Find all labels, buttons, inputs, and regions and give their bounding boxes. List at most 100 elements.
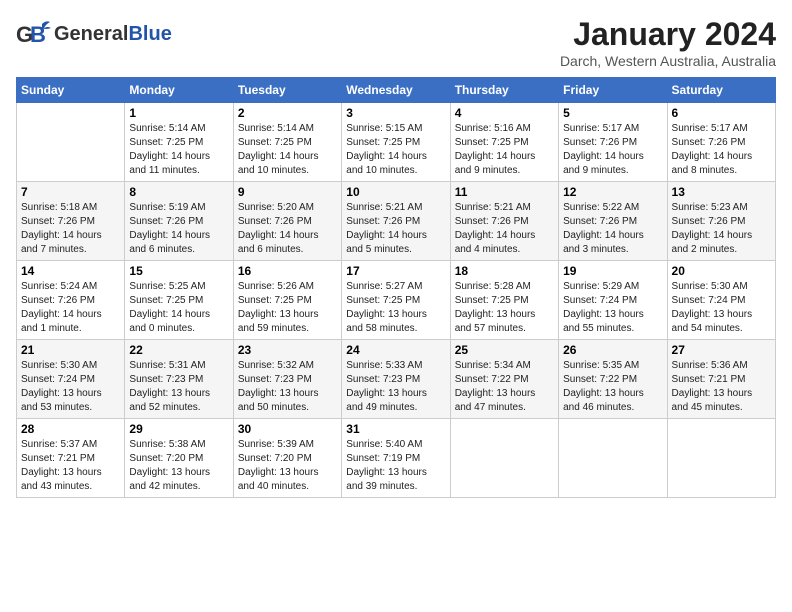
day-info: Sunrise: 5:35 AM Sunset: 7:22 PM Dayligh… bbox=[563, 359, 662, 415]
day-info: Sunrise: 5:18 AM Sunset: 7:26 PM Dayligh… bbox=[21, 201, 120, 257]
title-block: January 2024 Darch, Western Australia, A… bbox=[560, 16, 776, 69]
day-info: Sunrise: 5:31 AM Sunset: 7:23 PM Dayligh… bbox=[129, 359, 228, 415]
calendar-table: SundayMondayTuesdayWednesdayThursdayFrid… bbox=[16, 77, 776, 498]
calendar-week-row: 14 Sunrise: 5:24 AM Sunset: 7:26 PM Dayli… bbox=[17, 261, 776, 340]
weekday-header-row: SundayMondayTuesdayWednesdayThursdayFrid… bbox=[17, 78, 776, 103]
day-number: 22 bbox=[129, 343, 228, 357]
day-info: Sunrise: 5:30 AM Sunset: 7:24 PM Dayligh… bbox=[672, 280, 771, 336]
day-info: Sunrise: 5:26 AM Sunset: 7:25 PM Dayligh… bbox=[238, 280, 337, 336]
day-number: 27 bbox=[672, 343, 771, 357]
weekday-header-friday: Friday bbox=[559, 78, 667, 103]
calendar-cell bbox=[559, 419, 667, 498]
day-info: Sunrise: 5:25 AM Sunset: 7:25 PM Dayligh… bbox=[129, 280, 228, 336]
day-info: Sunrise: 5:37 AM Sunset: 7:21 PM Dayligh… bbox=[21, 438, 120, 494]
day-info: Sunrise: 5:23 AM Sunset: 7:26 PM Dayligh… bbox=[672, 201, 771, 257]
page-header: G B GeneralBlue January 2024 Darch, West… bbox=[16, 16, 776, 69]
day-info: Sunrise: 5:39 AM Sunset: 7:20 PM Dayligh… bbox=[238, 438, 337, 494]
day-number: 7 bbox=[21, 185, 120, 199]
day-info: Sunrise: 5:24 AM Sunset: 7:26 PM Dayligh… bbox=[21, 280, 120, 336]
calendar-cell: 15 Sunrise: 5:25 AM Sunset: 7:25 PM Dayli… bbox=[125, 261, 233, 340]
day-number: 19 bbox=[563, 264, 662, 278]
day-number: 25 bbox=[455, 343, 554, 357]
day-info: Sunrise: 5:17 AM Sunset: 7:26 PM Dayligh… bbox=[563, 122, 662, 178]
day-info: Sunrise: 5:15 AM Sunset: 7:25 PM Dayligh… bbox=[346, 122, 445, 178]
day-info: Sunrise: 5:36 AM Sunset: 7:21 PM Dayligh… bbox=[672, 359, 771, 415]
day-info: Sunrise: 5:40 AM Sunset: 7:19 PM Dayligh… bbox=[346, 438, 445, 494]
calendar-cell: 16 Sunrise: 5:26 AM Sunset: 7:25 PM Dayli… bbox=[233, 261, 341, 340]
weekday-header-sunday: Sunday bbox=[17, 78, 125, 103]
day-number: 12 bbox=[563, 185, 662, 199]
calendar-cell: 10Sunrise: 5:21 AM Sunset: 7:26 PM Dayli… bbox=[342, 182, 450, 261]
logo-general-text: General bbox=[54, 23, 128, 45]
calendar-week-row: 28 Sunrise: 5:37 AM Sunset: 7:21 PM Dayli… bbox=[17, 419, 776, 498]
day-number: 20 bbox=[672, 264, 771, 278]
day-info: Sunrise: 5:21 AM Sunset: 7:26 PM Dayligh… bbox=[455, 201, 554, 257]
day-info: Sunrise: 5:34 AM Sunset: 7:22 PM Dayligh… bbox=[455, 359, 554, 415]
day-number: 4 bbox=[455, 106, 554, 120]
calendar-cell: 5 Sunrise: 5:17 AM Sunset: 7:26 PM Daylig… bbox=[559, 103, 667, 182]
day-info: Sunrise: 5:30 AM Sunset: 7:24 PM Dayligh… bbox=[21, 359, 120, 415]
logo: G B GeneralBlue bbox=[16, 16, 172, 52]
calendar-cell: 29Sunrise: 5:38 AM Sunset: 7:20 PM Dayli… bbox=[125, 419, 233, 498]
day-number: 10 bbox=[346, 185, 445, 199]
calendar-cell: 9Sunrise: 5:20 AM Sunset: 7:26 PM Daylig… bbox=[233, 182, 341, 261]
day-number: 14 bbox=[21, 264, 120, 278]
calendar-cell: 14 Sunrise: 5:24 AM Sunset: 7:26 PM Dayli… bbox=[17, 261, 125, 340]
calendar-week-row: 1 Sunrise: 5:14 AM Sunset: 7:25 PM Daylig… bbox=[17, 103, 776, 182]
day-info: Sunrise: 5:27 AM Sunset: 7:25 PM Dayligh… bbox=[346, 280, 445, 336]
logo-blue-text: Blue bbox=[128, 23, 171, 45]
calendar-cell: 20 Sunrise: 5:30 AM Sunset: 7:24 PM Dayli… bbox=[667, 261, 775, 340]
calendar-cell: 3 Sunrise: 5:15 AM Sunset: 7:25 PM Daylig… bbox=[342, 103, 450, 182]
calendar-cell bbox=[17, 103, 125, 182]
day-info: Sunrise: 5:19 AM Sunset: 7:26 PM Dayligh… bbox=[129, 201, 228, 257]
day-info: Sunrise: 5:14 AM Sunset: 7:25 PM Dayligh… bbox=[129, 122, 228, 178]
calendar-cell: 18Sunrise: 5:28 AM Sunset: 7:25 PM Dayli… bbox=[450, 261, 558, 340]
location-text: Darch, Western Australia, Australia bbox=[560, 53, 776, 69]
calendar-cell: 25 Sunrise: 5:34 AM Sunset: 7:22 PM Dayli… bbox=[450, 340, 558, 419]
day-info: Sunrise: 5:17 AM Sunset: 7:26 PM Dayligh… bbox=[672, 122, 771, 178]
day-number: 16 bbox=[238, 264, 337, 278]
calendar-cell: 28 Sunrise: 5:37 AM Sunset: 7:21 PM Dayli… bbox=[17, 419, 125, 498]
calendar-cell: 8Sunrise: 5:19 AM Sunset: 7:26 PM Daylig… bbox=[125, 182, 233, 261]
day-number: 2 bbox=[238, 106, 337, 120]
day-number: 21 bbox=[21, 343, 120, 357]
day-number: 28 bbox=[21, 422, 120, 436]
calendar-cell: 1 Sunrise: 5:14 AM Sunset: 7:25 PM Daylig… bbox=[125, 103, 233, 182]
day-number: 18 bbox=[455, 264, 554, 278]
calendar-cell: 31Sunrise: 5:40 AM Sunset: 7:19 PM Dayli… bbox=[342, 419, 450, 498]
day-number: 9 bbox=[238, 185, 337, 199]
calendar-cell: 23 Sunrise: 5:32 AM Sunset: 7:23 PM Dayli… bbox=[233, 340, 341, 419]
day-info: Sunrise: 5:32 AM Sunset: 7:23 PM Dayligh… bbox=[238, 359, 337, 415]
day-number: 29 bbox=[129, 422, 228, 436]
weekday-header-tuesday: Tuesday bbox=[233, 78, 341, 103]
day-number: 11 bbox=[455, 185, 554, 199]
day-number: 6 bbox=[672, 106, 771, 120]
weekday-header-wednesday: Wednesday bbox=[342, 78, 450, 103]
day-info: Sunrise: 5:29 AM Sunset: 7:24 PM Dayligh… bbox=[563, 280, 662, 336]
day-number: 17 bbox=[346, 264, 445, 278]
day-number: 5 bbox=[563, 106, 662, 120]
day-number: 23 bbox=[238, 343, 337, 357]
day-number: 15 bbox=[129, 264, 228, 278]
calendar-cell bbox=[450, 419, 558, 498]
day-number: 3 bbox=[346, 106, 445, 120]
calendar-cell: 21 Sunrise: 5:30 AM Sunset: 7:24 PM Dayli… bbox=[17, 340, 125, 419]
calendar-cell: 24 Sunrise: 5:33 AM Sunset: 7:23 PM Dayli… bbox=[342, 340, 450, 419]
day-info: Sunrise: 5:14 AM Sunset: 7:25 PM Dayligh… bbox=[238, 122, 337, 178]
calendar-cell: 13Sunrise: 5:23 AM Sunset: 7:26 PM Dayli… bbox=[667, 182, 775, 261]
day-number: 30 bbox=[238, 422, 337, 436]
day-number: 1 bbox=[129, 106, 228, 120]
day-info: Sunrise: 5:16 AM Sunset: 7:25 PM Dayligh… bbox=[455, 122, 554, 178]
calendar-cell: 22 Sunrise: 5:31 AM Sunset: 7:23 PM Dayli… bbox=[125, 340, 233, 419]
calendar-cell: 30 Sunrise: 5:39 AM Sunset: 7:20 PM Dayli… bbox=[233, 419, 341, 498]
calendar-week-row: 7 Sunrise: 5:18 AM Sunset: 7:26 PM Daylig… bbox=[17, 182, 776, 261]
calendar-cell: 7 Sunrise: 5:18 AM Sunset: 7:26 PM Daylig… bbox=[17, 182, 125, 261]
logo-bird-icon: G B bbox=[16, 16, 52, 52]
day-number: 24 bbox=[346, 343, 445, 357]
calendar-cell: 26Sunrise: 5:35 AM Sunset: 7:22 PM Dayli… bbox=[559, 340, 667, 419]
calendar-cell: 2 Sunrise: 5:14 AM Sunset: 7:25 PM Daylig… bbox=[233, 103, 341, 182]
calendar-cell: 11 Sunrise: 5:21 AM Sunset: 7:26 PM Dayli… bbox=[450, 182, 558, 261]
calendar-cell: 4 Sunrise: 5:16 AM Sunset: 7:25 PM Daylig… bbox=[450, 103, 558, 182]
day-info: Sunrise: 5:33 AM Sunset: 7:23 PM Dayligh… bbox=[346, 359, 445, 415]
month-title: January 2024 bbox=[560, 16, 776, 53]
